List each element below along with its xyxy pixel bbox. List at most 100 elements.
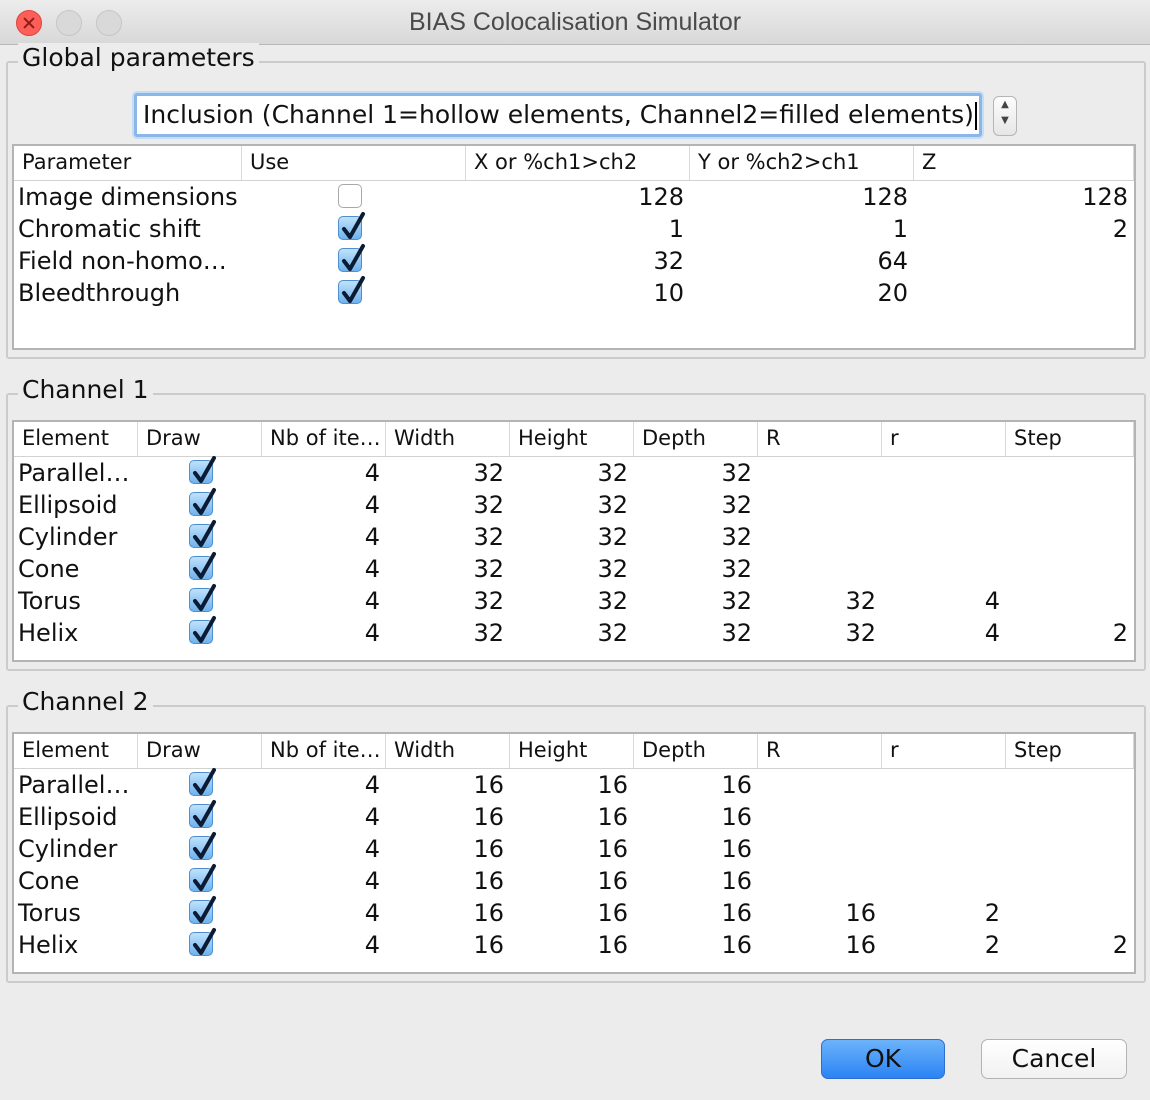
y-cell[interactable]: 64	[690, 245, 914, 277]
element-cell[interactable]: Parallel…	[14, 769, 138, 801]
nb-items-cell[interactable]: 4	[262, 801, 386, 833]
nb-items-cell[interactable]: 4	[262, 769, 386, 801]
parameter-cell[interactable]: Chromatic shift	[14, 213, 242, 245]
column-header-step[interactable]: Step	[1006, 734, 1134, 768]
big-r-cell[interactable]	[758, 521, 882, 553]
nb-items-cell[interactable]: 4	[262, 553, 386, 585]
z-cell[interactable]	[914, 277, 1134, 309]
element-cell[interactable]: Cone	[14, 553, 138, 585]
step-cell[interactable]	[1006, 585, 1134, 617]
element-cell[interactable]: Parallel…	[14, 457, 138, 489]
column-header-element[interactable]: Element	[14, 422, 138, 456]
column-header-width[interactable]: Width	[386, 422, 510, 456]
big-r-cell[interactable]: 32	[758, 585, 882, 617]
draw-checkbox[interactable]	[189, 520, 216, 548]
small-r-cell[interactable]	[882, 833, 1006, 865]
step-cell[interactable]	[1006, 457, 1134, 489]
step-cell[interactable]	[1006, 521, 1134, 553]
draw-checkbox[interactable]	[189, 552, 216, 580]
spinner-up-icon[interactable]: ▲	[994, 97, 1016, 113]
depth-cell[interactable]: 16	[634, 769, 758, 801]
draw-checkbox[interactable]	[189, 832, 216, 860]
column-header-y[interactable]: Y or %ch2>ch1	[690, 146, 914, 180]
nb-items-cell[interactable]: 4	[262, 457, 386, 489]
width-cell[interactable]: 16	[386, 801, 510, 833]
big-r-cell[interactable]: 16	[758, 897, 882, 929]
spinner-down-icon[interactable]: ▼	[994, 113, 1016, 129]
step-cell[interactable]	[1006, 833, 1134, 865]
small-r-cell[interactable]	[882, 801, 1006, 833]
column-header-width[interactable]: Width	[386, 734, 510, 768]
element-cell[interactable]: Cylinder	[14, 521, 138, 553]
z-cell[interactable]: 2	[914, 213, 1134, 245]
step-cell[interactable]	[1006, 897, 1134, 929]
width-cell[interactable]: 32	[386, 585, 510, 617]
element-row[interactable]: Cone 4 32 32 32	[14, 552, 1134, 585]
global-row[interactable]: Field non-homo… 32 64	[14, 244, 1134, 277]
big-r-cell[interactable]	[758, 457, 882, 489]
z-cell[interactable]: 128	[914, 181, 1134, 213]
column-header-depth[interactable]: Depth	[634, 422, 758, 456]
small-r-cell[interactable]	[882, 769, 1006, 801]
height-cell[interactable]: 32	[510, 585, 634, 617]
step-cell[interactable]	[1006, 553, 1134, 585]
column-header-use[interactable]: Use	[242, 146, 466, 180]
element-row[interactable]: Ellipsoid 4 32 32 32	[14, 488, 1134, 521]
step-cell[interactable]	[1006, 801, 1134, 833]
x-cell[interactable]: 128	[466, 181, 690, 213]
column-header-small-r[interactable]: r	[882, 734, 1006, 768]
element-cell[interactable]: Helix	[14, 617, 138, 649]
element-row[interactable]: Parallel… 4 32 32 32	[14, 456, 1134, 489]
column-header-depth[interactable]: Depth	[634, 734, 758, 768]
global-row[interactable]: Chromatic shift 1 1 2	[14, 212, 1134, 245]
column-header-step[interactable]: Step	[1006, 422, 1134, 456]
y-cell[interactable]: 1	[690, 213, 914, 245]
element-row[interactable]: Torus 4 32 32 32 32 4	[14, 584, 1134, 617]
small-r-cell[interactable]	[882, 521, 1006, 553]
cancel-button[interactable]: Cancel	[981, 1039, 1127, 1079]
nb-items-cell[interactable]: 4	[262, 929, 386, 961]
height-cell[interactable]: 32	[510, 553, 634, 585]
depth-cell[interactable]: 32	[634, 457, 758, 489]
big-r-cell[interactable]	[758, 833, 882, 865]
draw-checkbox[interactable]	[189, 768, 216, 796]
element-cell[interactable]: Helix	[14, 929, 138, 961]
width-cell[interactable]: 32	[386, 617, 510, 649]
step-cell[interactable]	[1006, 769, 1134, 801]
small-r-cell[interactable]	[882, 553, 1006, 585]
width-cell[interactable]: 16	[386, 769, 510, 801]
column-header-big-r[interactable]: R	[758, 734, 882, 768]
parameter-cell[interactable]: Image dimensions	[14, 181, 242, 213]
column-header-big-r[interactable]: R	[758, 422, 882, 456]
big-r-cell[interactable]: 32	[758, 617, 882, 649]
depth-cell[interactable]: 16	[634, 801, 758, 833]
depth-cell[interactable]: 32	[634, 585, 758, 617]
height-cell[interactable]: 32	[510, 521, 634, 553]
element-row[interactable]: Torus 4 16 16 16 16 2	[14, 896, 1134, 929]
y-cell[interactable]: 20	[690, 277, 914, 309]
column-header-draw[interactable]: Draw	[138, 734, 262, 768]
height-cell[interactable]: 32	[510, 457, 634, 489]
width-cell[interactable]: 32	[386, 489, 510, 521]
width-cell[interactable]: 16	[386, 897, 510, 929]
element-cell[interactable]: Torus	[14, 897, 138, 929]
element-cell[interactable]: Cylinder	[14, 833, 138, 865]
depth-cell[interactable]: 16	[634, 929, 758, 961]
column-header-z[interactable]: Z	[914, 146, 1134, 180]
nb-items-cell[interactable]: 4	[262, 585, 386, 617]
use-checkbox[interactable]	[338, 184, 362, 208]
height-cell[interactable]: 16	[510, 801, 634, 833]
height-cell[interactable]: 32	[510, 489, 634, 521]
width-cell[interactable]: 32	[386, 553, 510, 585]
small-r-cell[interactable]	[882, 865, 1006, 897]
element-cell[interactable]: Ellipsoid	[14, 801, 138, 833]
step-cell[interactable]	[1006, 489, 1134, 521]
ok-button[interactable]: OK	[821, 1039, 945, 1079]
draw-checkbox[interactable]	[189, 456, 216, 484]
big-r-cell[interactable]	[758, 801, 882, 833]
mode-spinner[interactable]: ▲ ▼	[993, 96, 1017, 136]
depth-cell[interactable]: 32	[634, 553, 758, 585]
column-header-small-r[interactable]: r	[882, 422, 1006, 456]
depth-cell[interactable]: 32	[634, 489, 758, 521]
depth-cell[interactable]: 32	[634, 617, 758, 649]
